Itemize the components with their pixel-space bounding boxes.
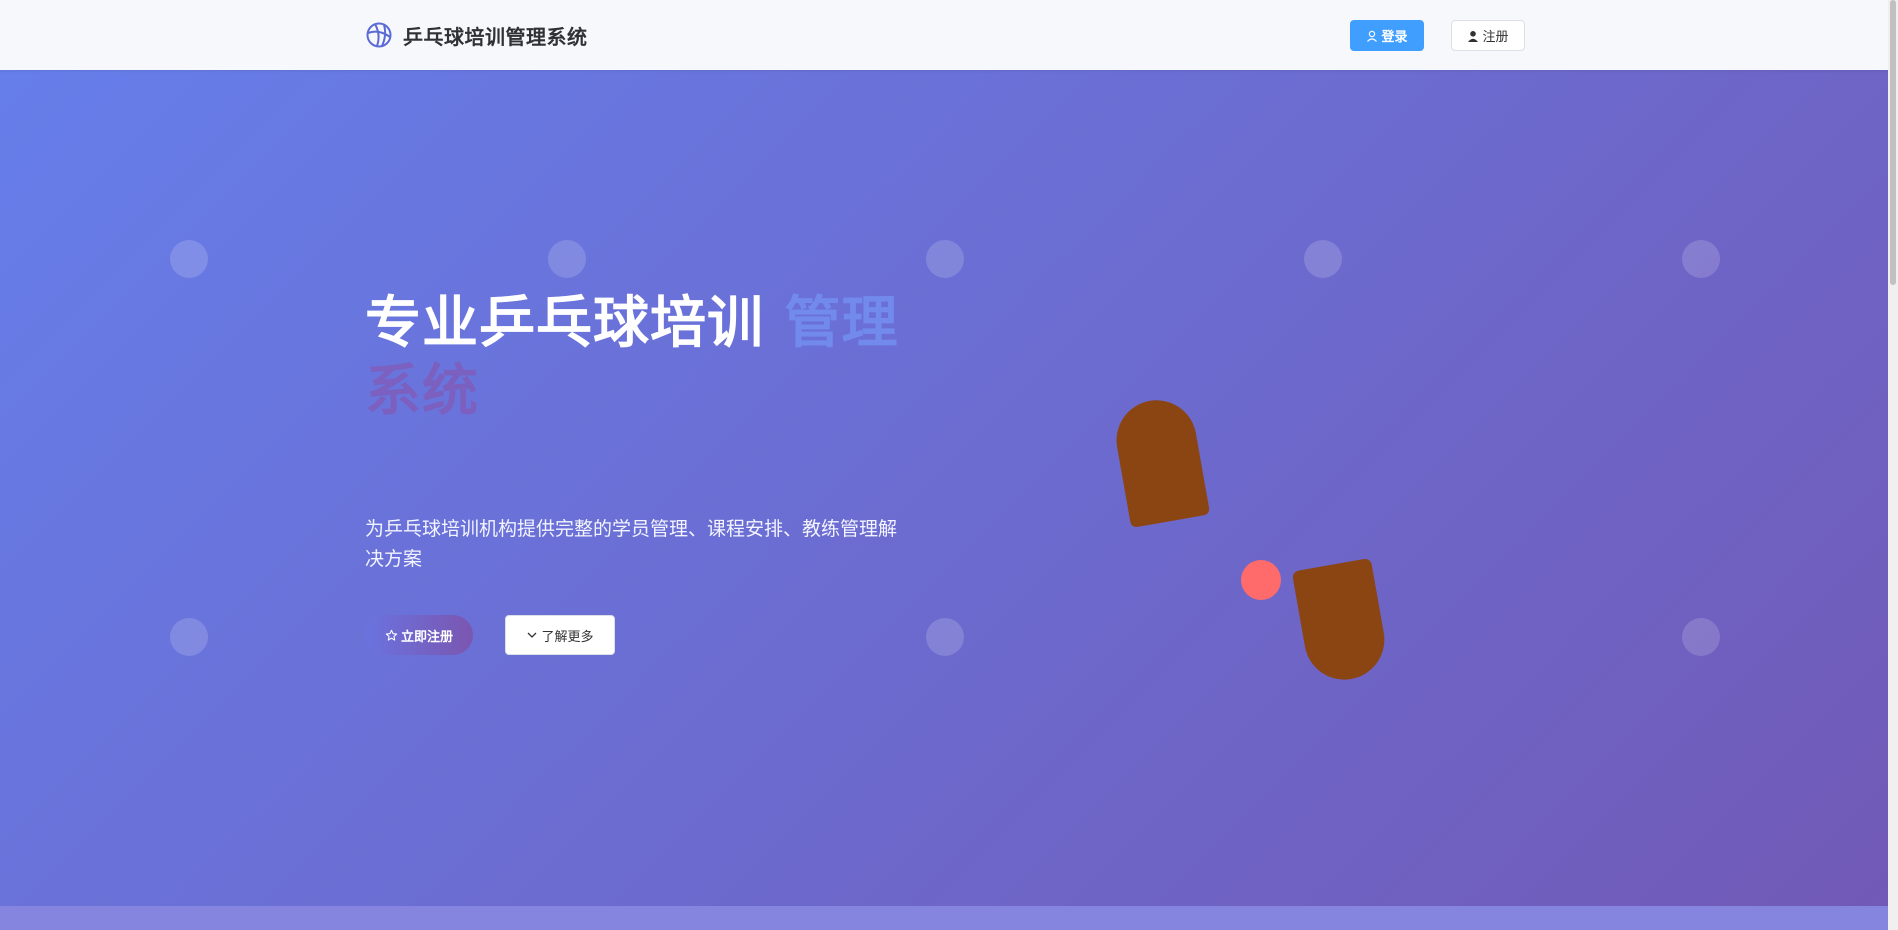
pingpong-illustration [1116, 400, 1385, 680]
hero-title: 专业乒乓球培训 管理系统 [365, 290, 925, 426]
register-button[interactable]: 注册 [1451, 20, 1525, 51]
chevron-down-icon [528, 632, 537, 638]
page-scrollbar[interactable] [1888, 0, 1898, 930]
top-navbar: 乒乓球培训管理系统 登录 注册 [0, 0, 1888, 70]
hero-title-main: 专业乒乓球培训 [365, 291, 764, 356]
login-button[interactable]: 登录 [1350, 20, 1424, 51]
star-icon [385, 629, 398, 641]
learn-more-button[interactable]: 了解更多 [505, 615, 615, 655]
decor-dot [548, 240, 586, 278]
ball [1241, 560, 1281, 600]
hero-title-faded-1: 管理 [784, 291, 899, 356]
brand[interactable]: 乒乓球培训管理系统 [365, 20, 588, 50]
paddle-left [1116, 400, 1210, 527]
user-icon [1367, 30, 1378, 42]
decor-dot [926, 240, 964, 278]
decor-dot [1682, 618, 1720, 656]
user-filled-icon [1468, 30, 1479, 42]
hero-title-faded-2: 系统 [365, 359, 479, 424]
register-label: 注册 [1482, 30, 1509, 45]
decor-dot [1304, 240, 1342, 278]
hero-section [0, 70, 1888, 906]
register-now-label: 立即注册 [400, 629, 453, 645]
login-label: 登录 [1381, 30, 1408, 45]
learn-more-label: 了解更多 [541, 629, 594, 645]
decor-dot [1682, 240, 1720, 278]
basketball-icon [366, 22, 392, 48]
scrollbar-thumb[interactable] [1890, 0, 1896, 285]
decor-dot [170, 240, 208, 278]
app-title: 乒乓球培训管理系统 [403, 24, 588, 49]
decor-dot [170, 618, 208, 656]
paddle-right [1292, 559, 1385, 680]
decor-dot [926, 618, 964, 656]
next-section-edge [0, 906, 1888, 930]
hero-subtitle: 为乒乓球培训机构提供完整的学员管理、课程安排、教练管理解决方案 [365, 518, 898, 570]
register-now-button[interactable]: 立即注册 [365, 615, 473, 655]
